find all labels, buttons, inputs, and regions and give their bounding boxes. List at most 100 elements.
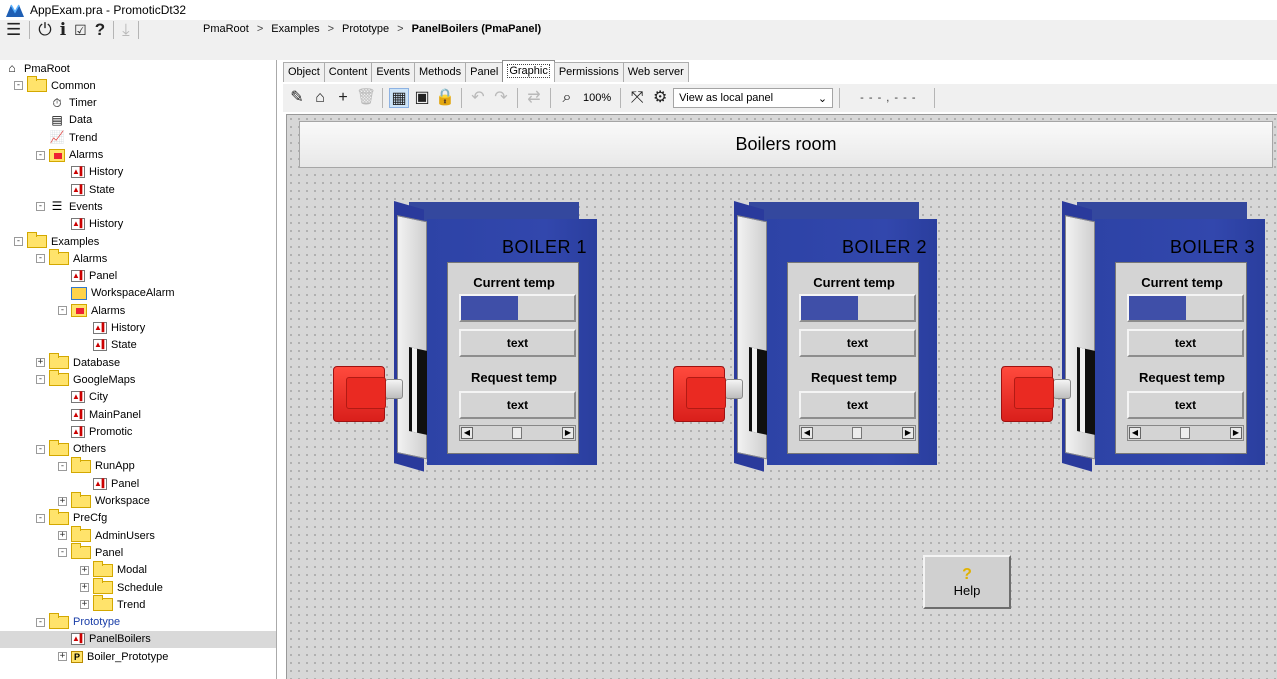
- tree-item[interactable]: WorkspaceAlarm: [58, 285, 175, 302]
- tree-item[interactable]: ▲▍ History: [80, 320, 145, 337]
- view-mode-select[interactable]: View as local panel ⌄: [673, 88, 834, 108]
- tree-item[interactable]: + P Boiler_Prototype: [58, 648, 168, 665]
- collapse-icon[interactable]: -: [36, 150, 45, 160]
- tree-item[interactable]: - ☰ Events: [36, 198, 103, 215]
- collapse-icon[interactable]: -: [36, 375, 45, 385]
- tree-item[interactable]: - Alarms: [36, 249, 107, 267]
- tree-item[interactable]: + Database: [36, 353, 120, 371]
- home-icon[interactable]: ⌂: [310, 88, 330, 108]
- collapse-icon[interactable]: -: [14, 81, 23, 91]
- tree-item[interactable]: - Common: [14, 76, 96, 94]
- tree-item[interactable]: - Others: [36, 439, 106, 458]
- request-temp-scrollbar[interactable]: ◀ ▶: [459, 425, 576, 441]
- tree-item[interactable]: - Alarms: [58, 302, 125, 319]
- tab-permissions[interactable]: Permissions: [553, 62, 624, 82]
- tree-item[interactable]: ▲▍ State: [80, 337, 137, 354]
- scroll-left-icon[interactable]: ◀: [1129, 427, 1141, 439]
- tab-object[interactable]: Object: [283, 62, 325, 82]
- request-temp-scrollbar[interactable]: ◀ ▶: [799, 425, 916, 441]
- redo-icon[interactable]: ↷: [491, 88, 511, 108]
- edit-icon[interactable]: ✎: [287, 88, 307, 108]
- check-icon[interactable]: ☑: [74, 21, 87, 39]
- breadcrumb-item[interactable]: PmaRoot: [203, 23, 249, 35]
- expand-icon[interactable]: +: [58, 652, 67, 662]
- request-temp-input[interactable]: text: [459, 391, 576, 419]
- scroll-thumb[interactable]: [1180, 427, 1190, 439]
- tree-item[interactable]: ▲▍ PanelBoilers: [0, 630, 276, 648]
- help-button[interactable]: ? Help: [923, 555, 1011, 609]
- fit-icon[interactable]: ⤧: [627, 88, 647, 108]
- tree-item[interactable]: + Modal: [80, 560, 147, 579]
- power-icon[interactable]: ⏻: [38, 21, 51, 39]
- expand-icon[interactable]: +: [58, 531, 67, 541]
- tab-events[interactable]: Events: [371, 62, 415, 82]
- help-icon[interactable]: ?: [95, 21, 105, 39]
- settings-gear-icon[interactable]: ⚙: [650, 88, 670, 108]
- collapse-icon[interactable]: -: [36, 513, 45, 523]
- graphic-canvas[interactable]: Boilers room BOILER 1 Current temp text …: [286, 114, 1277, 679]
- expand-icon[interactable]: +: [80, 583, 89, 592]
- tree-item[interactable]: ▲▍ Promotic: [58, 423, 132, 440]
- delete-icon[interactable]: 🗑: [356, 88, 376, 108]
- menu-icon[interactable]: ☰: [6, 21, 21, 39]
- request-temp-scrollbar[interactable]: ◀ ▶: [1127, 425, 1244, 441]
- save-icon[interactable]: ▣: [412, 88, 432, 108]
- tree-item[interactable]: ▲▍ Panel: [80, 475, 139, 492]
- expand-icon[interactable]: +: [58, 496, 67, 506]
- tree-item[interactable]: - Panel: [58, 543, 123, 561]
- tab-methods[interactable]: Methods: [413, 62, 467, 82]
- tab-web-server[interactable]: Web server: [622, 62, 689, 82]
- tree-item[interactable]: ▲▍ Panel: [58, 268, 117, 285]
- collapse-icon[interactable]: -: [58, 461, 67, 471]
- scroll-left-icon[interactable]: ◀: [801, 427, 813, 439]
- expand-icon[interactable]: +: [80, 565, 89, 575]
- tree-item[interactable]: - GoogleMaps: [36, 370, 135, 388]
- header-bar[interactable]: Boilers room: [299, 121, 1273, 168]
- zoom-icon[interactable]: ⌕: [557, 88, 577, 108]
- scroll-right-icon[interactable]: ▶: [562, 427, 574, 439]
- undo-icon[interactable]: ↶: [468, 88, 488, 108]
- grid-icon[interactable]: ▦: [389, 88, 409, 108]
- collapse-icon[interactable]: -: [14, 237, 23, 246]
- zoom-level[interactable]: 100%: [583, 92, 611, 104]
- collapse-icon[interactable]: -: [36, 444, 45, 454]
- collapse-icon[interactable]: -: [36, 202, 45, 212]
- scroll-thumb[interactable]: [512, 427, 522, 439]
- breadcrumb-item[interactable]: Examples: [271, 23, 319, 35]
- tab-content[interactable]: Content: [323, 62, 373, 82]
- request-temp-input[interactable]: text: [1127, 391, 1244, 419]
- tree-item[interactable]: ▲▍ State: [58, 181, 115, 198]
- tree-item[interactable]: - RunApp: [58, 456, 135, 475]
- scroll-right-icon[interactable]: ▶: [1230, 427, 1242, 439]
- add-icon[interactable]: +: [333, 88, 353, 108]
- collapse-icon[interactable]: -: [58, 306, 67, 316]
- tree-item[interactable]: ⏱ Timer: [36, 95, 96, 112]
- tree-item[interactable]: ▲▍ History: [58, 164, 123, 181]
- collapse-icon[interactable]: -: [36, 254, 45, 264]
- tree-item[interactable]: - Examples: [14, 232, 99, 250]
- tree-item[interactable]: 📈 Trend: [36, 129, 98, 146]
- tab-panel[interactable]: Panel: [465, 62, 504, 82]
- tree-item[interactable]: ⌂ PmaRoot: [4, 60, 69, 77]
- tree-item[interactable]: + AdminUsers: [58, 526, 155, 544]
- scroll-right-icon[interactable]: ▶: [902, 427, 914, 439]
- object-tree[interactable]: ⌂ PmaRoot - Common ⏱ Timer ▤ Data 📈 Trend - Alarms ▲…: [0, 60, 277, 679]
- boiler-1[interactable]: BOILER 1 Current temp text Request temp …: [309, 201, 599, 472]
- scroll-left-icon[interactable]: ◀: [461, 427, 473, 439]
- boiler-3[interactable]: BOILER 3 Current temp text Request temp …: [977, 201, 1267, 472]
- tree-item[interactable]: - Alarms: [36, 147, 103, 164]
- tree-item[interactable]: + Workspace: [58, 491, 150, 510]
- info-icon[interactable]: i: [60, 21, 66, 39]
- download-icon[interactable]: ⤓: [122, 21, 130, 39]
- scroll-thumb[interactable]: [852, 427, 862, 439]
- tree-item[interactable]: - PreCfg: [36, 508, 107, 527]
- swap-icon[interactable]: ⇄: [524, 88, 544, 108]
- tree-item[interactable]: ▲▍ City: [58, 389, 108, 406]
- tree-item[interactable]: ▲▍ History: [58, 216, 123, 233]
- tab-graphic[interactable]: Graphic: [502, 60, 555, 82]
- tree-item[interactable]: ▲▍ MainPanel: [58, 406, 141, 423]
- boiler-2[interactable]: BOILER 2 Current temp text Request temp …: [649, 201, 939, 472]
- expand-icon[interactable]: +: [36, 358, 45, 368]
- collapse-icon[interactable]: -: [36, 617, 45, 627]
- tree-item[interactable]: + Trend: [80, 595, 145, 613]
